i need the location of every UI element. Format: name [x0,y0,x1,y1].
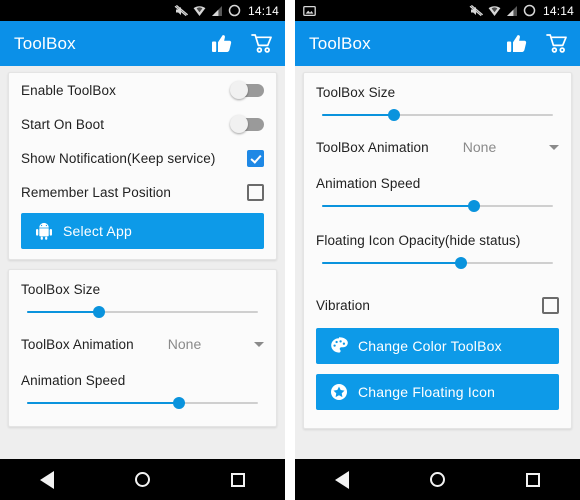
wifi-icon [193,5,206,16]
slider-fill [27,402,180,404]
switch-thumb [230,115,248,133]
row-label-show-notification: Show Notification(Keep service) [21,150,216,166]
slider-animation-speed[interactable] [322,195,553,217]
label-toolbox-animation: ToolBox Animation [316,139,429,155]
left-navigation-bar [0,459,285,500]
left-app-bar: ToolBox [0,21,285,66]
spinner-value-toolbox-animation: None [167,336,202,352]
thumbs-up-icon[interactable] [211,33,233,54]
row-vibration[interactable]: Vibration [316,288,559,322]
row-label-enable-toolbox: Enable ToolBox [21,82,116,98]
checkbox-vibration[interactable] [542,296,559,314]
battery-icon [228,4,241,17]
palette-icon [331,337,348,353]
mute-icon [174,4,188,16]
row-label-vibration: Vibration [316,297,370,313]
left-settings-scroll[interactable]: Enable ToolBox Start On Boot Show Notifi… [0,66,285,459]
signal-icon [506,5,517,16]
slider-knob[interactable] [468,200,481,212]
app-title: ToolBox [14,33,76,53]
shopping-cart-icon[interactable] [546,33,568,54]
right-phone-screenshot: 14:14 ToolBox ToolBox Size ToolBox Anima… [295,0,580,500]
toolbox-appearance-card: ToolBox Size ToolBox Animation None Anim… [8,269,277,427]
chevron-down-icon[interactable] [549,144,559,150]
slider-fill [322,205,475,207]
select-app-button[interactable]: Select App [21,213,264,249]
label-floating-icon-opacity: Floating Icon Opacity(hide status) [316,233,521,248]
slider-animation-speed[interactable] [27,392,258,414]
signal-icon [211,5,222,16]
row-toolbox-animation[interactable]: ToolBox Animation None [316,130,559,164]
spinner-value-toolbox-animation: None [462,139,497,155]
row-remember-last-position[interactable]: Remember Last Position [21,175,264,209]
label-toolbox-size: ToolBox Size [21,282,101,297]
slider-knob[interactable] [454,257,467,269]
left-status-system-icons: 14:14 [174,4,279,17]
phone-separator [285,0,295,500]
slider-knob[interactable] [173,397,186,409]
app-title: ToolBox [309,33,371,53]
row-label-remember-last-position: Remember Last Position [21,184,172,200]
recents-icon[interactable] [230,472,245,487]
change-color-toolbox-label: Change Color ToolBox [358,338,502,354]
row-enable-toolbox[interactable]: Enable ToolBox [21,73,264,107]
label-toolbox-animation: ToolBox Animation [21,336,134,352]
left-status-bar: 14:14 [0,0,285,21]
slider-toolbox-size[interactable] [322,104,553,126]
recents-icon[interactable] [525,472,540,487]
android-robot-icon [36,222,52,240]
slider-fill [27,311,99,313]
slider-fill [322,262,461,264]
checkbox-show-notification[interactable] [247,149,264,167]
star-icon [331,384,347,400]
label-toolbox-size: ToolBox Size [316,85,396,100]
thumbs-up-icon[interactable] [506,33,528,54]
select-app-button-label: Select App [63,223,132,239]
label-animation-speed: Animation Speed [316,176,421,191]
change-color-toolbox-button[interactable]: Change Color ToolBox [316,328,559,364]
back-icon[interactable] [335,470,350,489]
row-show-notification[interactable]: Show Notification(Keep service) [21,141,264,175]
chevron-down-icon[interactable] [254,341,264,347]
change-floating-icon-button[interactable]: Change Floating Icon [316,374,559,410]
status-bar-clock: 14:14 [542,3,574,18]
slider-fill [322,114,394,116]
right-status-system-icons: 14:14 [469,4,574,17]
right-app-bar-actions [506,33,568,54]
left-phone-screenshot: 14:14 ToolBox Enable ToolBox Start On Bo… [0,0,285,500]
right-settings-scroll[interactable]: ToolBox Size ToolBox Animation None Anim… [295,66,580,459]
mute-icon [469,4,483,16]
right-navigation-bar [295,459,580,500]
right-status-bar: 14:14 [295,0,580,21]
screenshot-icon [303,5,316,16]
back-icon[interactable] [40,470,55,489]
switch-start-on-boot[interactable] [230,115,264,133]
slider-toolbox-size[interactable] [27,301,258,323]
slider-floating-icon-opacity[interactable] [322,252,553,274]
left-app-bar-actions [211,33,273,54]
row-label-start-on-boot: Start On Boot [21,116,105,132]
general-settings-card: Enable ToolBox Start On Boot Show Notifi… [8,72,277,260]
switch-thumb [230,81,248,99]
wifi-icon [488,5,501,16]
label-animation-speed: Animation Speed [21,373,126,388]
shopping-cart-icon[interactable] [251,33,273,54]
home-icon[interactable] [429,472,445,487]
slider-knob[interactable] [387,109,400,121]
home-icon[interactable] [134,472,150,487]
checkbox-remember-last-position[interactable] [247,183,264,201]
slider-knob[interactable] [92,306,105,318]
change-floating-icon-label: Change Floating Icon [358,384,496,400]
status-bar-clock: 14:14 [247,3,279,18]
right-app-bar: ToolBox [295,21,580,66]
dual-screenshot-stage: 14:14 ToolBox Enable ToolBox Start On Bo… [0,0,580,500]
row-start-on-boot[interactable]: Start On Boot [21,107,264,141]
right-status-notifications [303,5,316,17]
toolbox-options-card: ToolBox Size ToolBox Animation None Anim… [303,72,572,429]
battery-icon [523,4,536,17]
switch-enable-toolbox[interactable] [230,81,264,99]
row-toolbox-animation[interactable]: ToolBox Animation None [21,327,264,361]
